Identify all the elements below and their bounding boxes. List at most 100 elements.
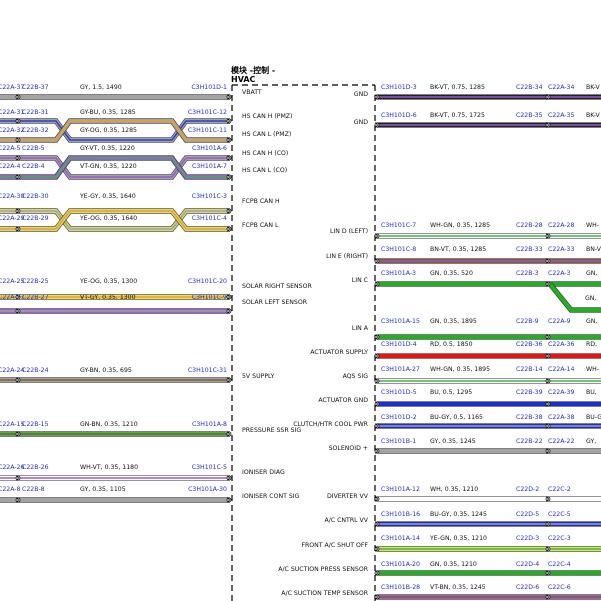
right-wire-spec-15: VT-BN, 0.35, 1245: [430, 584, 486, 591]
left-connector-b-label-11: C22B-26: [22, 464, 49, 471]
right-next-spec-6: RD,: [586, 341, 597, 348]
left-connector-a-label-8: C22A-27: [0, 294, 24, 301]
right-connector-b-label-2: C22B-28: [516, 222, 543, 229]
right-pin-label-5: C3H101A-15: [381, 318, 420, 325]
right-connector-b-label-0: C22B-34: [516, 84, 543, 91]
right-wire-spec-8: BU, 0.5, 1295: [430, 389, 472, 396]
left-pin-label-1: C3H101C-12: [188, 109, 227, 116]
right-pin-label-15: C3H101B-28: [381, 584, 420, 591]
right-pin-function-1: GND: [354, 119, 368, 126]
left-pin-function-4: HS CAN L (CO): [242, 167, 287, 174]
left-connector-a-label-6: C22A-29: [0, 215, 24, 222]
right-pin-function-5: LIN A: [352, 325, 369, 332]
right-connector-a-label-4: C22A-3: [548, 270, 571, 277]
left-connector-a-label-7: C22A-25: [0, 278, 24, 285]
left-wire-spec-8: VT-GY, 0.35, 1300: [80, 294, 136, 301]
left-connector-a-label-2: C22A-32: [0, 127, 24, 134]
right-connector-a-label-11: C22C-2: [548, 486, 571, 493]
wiring-diagram: 模块 -控制 - HVAC C22A-37C22B-37 GY, 1.5, 149…: [0, 65, 601, 601]
right-next-spec-3: BN-V: [586, 246, 601, 253]
left-connector-a-label-4: C22A-4: [0, 163, 21, 170]
left-pin-label-4: C3H101A-7: [192, 163, 227, 170]
left-wire-spec-3: GY-VT, 0.35, 1220: [80, 145, 135, 152]
left-pin-label-2: C3H101C-11: [188, 127, 227, 134]
left-connector-a-label-1: C22A-31: [0, 109, 24, 116]
left-wire-spec-7: YE-OG, 0.35, 1300: [79, 278, 137, 285]
right-wire-spec-9: BU-GY, 0.5, 1165: [430, 414, 483, 421]
left-pin-label-7: C3H101C-20: [188, 278, 227, 285]
right-connector-b-label-11: C22D-2: [516, 486, 539, 493]
left-connector-a-label-10: C22A-15: [0, 421, 24, 428]
right-connector-b-label-6: C22B-36: [516, 341, 543, 348]
right-next-spec-0: BK-V: [586, 84, 601, 91]
left-wire-spec-5: YE-GY, 0.35, 1640: [79, 193, 136, 200]
right-pin-label-0: C3H101D-3: [381, 84, 417, 91]
module-title-zh: 模块 -控制 -: [231, 65, 275, 75]
right-connector-b-label-14: C22D-4: [516, 561, 539, 568]
left-wire-spec-0: GY, 1.5, 1490: [80, 84, 122, 91]
right-wire-spec-11: WH, 0.35, 1210: [430, 486, 478, 493]
left-wire-spec-4: VT-GN, 0.35, 1220: [80, 163, 137, 170]
right-pin-function-7: AQS SIG: [343, 373, 369, 380]
left-wire-spec-1: GY-BU, 0.35, 1285: [80, 109, 136, 116]
right-next-spec-5: GN,: [586, 318, 597, 325]
right-wire-spec-10: GY, 0.35, 1245: [430, 438, 476, 445]
right-wire-spec-6: RD, 0.5, 1850: [430, 341, 473, 348]
right-connector-b-label-10: C22B-22: [516, 438, 543, 445]
right-connector-b-label-5: C22B-9: [516, 318, 539, 325]
right-connector-b-label-15: C22D-6: [516, 584, 539, 591]
right-pin-function-6: ACTUATOR SUPPLY: [310, 349, 368, 356]
right-next-spec-8: BU,: [586, 389, 597, 396]
right-pin-function-10: SOLENOID +: [329, 445, 368, 452]
left-wire-spec-10: GN-BN, 0.35, 1210: [80, 421, 138, 428]
right-pin-label-6: C3H101D-4: [381, 341, 417, 348]
right-pin-function-0: GND: [354, 91, 368, 98]
right-pin-label-3: C3H101C-8: [381, 246, 416, 253]
right-next-spec-9: BU-G: [586, 414, 601, 421]
left-pin-function-9: 5V SUPPLY: [242, 373, 275, 380]
right-connector-b-label-13: C22D-3: [516, 535, 539, 542]
right-pin-function-9: CLUTCH/HTR COOL PWR: [293, 421, 368, 428]
left-pin-label-0: C3H101D-1: [191, 84, 227, 91]
left-pin-function-6: FCPB CAN L: [242, 222, 279, 229]
right-pin-label-10: C3H101B-1: [381, 438, 416, 445]
right-wire-spec-14: GN, 0.35, 1210: [430, 561, 477, 568]
left-wire-spec-9: GY-BN, 0.35, 695: [80, 367, 132, 374]
right-connector-a-label-6: C22A-36: [548, 341, 574, 348]
right-wire-spec-12: BU-GY, 0.35, 1245: [430, 511, 487, 518]
right-pin-function-12: A/C CNTRL VV: [324, 517, 368, 524]
right-pin-label-7: C3H101A-27: [381, 366, 420, 373]
right-next-spec-2: WH-: [586, 222, 599, 229]
left-pin-label-11: C3H101C-5: [192, 464, 227, 471]
right-wire-spec-7: WH-GN, 0.35, 1895: [430, 366, 490, 373]
left-pin-function-7: SOLAR RIGHT SENSOR: [242, 283, 312, 290]
right-wire-spec-1: BK-VT, 0.75, 1725: [430, 112, 485, 119]
right-wire-spec-3: BN-VT, 0.35, 1285: [430, 246, 486, 253]
right-next-spec-10: GY,: [586, 438, 596, 445]
left-connector-a-label-9: C22A-24: [0, 367, 24, 374]
left-pin-function-8: SOLAR LEFT SENSOR: [242, 299, 308, 306]
right-connector-a-label-12: C22C-5: [548, 511, 571, 518]
left-connector-a-label-0: C22A-37: [0, 84, 24, 91]
right-wire-spec-2: WH-GN, 0.35, 1285: [430, 222, 490, 229]
right-connector-a-label-7: C22A-14: [548, 366, 574, 373]
right-wire-spec-0: BK-VT, 0.75, 1285: [430, 84, 485, 91]
left-connector-a-label-5: C22A-30: [0, 193, 24, 200]
left-pin-function-1: HS CAN H (PMZ): [242, 113, 292, 120]
left-wire-spec-6: YE-OG, 0.35, 1640: [79, 215, 137, 222]
right-pin-label-2: C3H101C-7: [381, 222, 416, 229]
right-pin-function-8: ACTUATOR GND: [318, 397, 368, 404]
left-pin-function-2: HS CAN L (PMZ): [242, 131, 291, 138]
left-pin-label-8: C3H101C-9: [192, 294, 227, 301]
left-connector-b-label-0: C22B-37: [22, 84, 49, 91]
right-pin-function-15: A/C SUCTION TEMP SENSOR: [281, 590, 368, 597]
right-connector-a-label-0: C22A-34: [548, 84, 574, 91]
left-pin-function-10: PRESSURE SSR SIG: [242, 427, 301, 434]
right-next-spec-4: GN,: [586, 270, 597, 277]
right-connector-b-label-4: C22B-3: [516, 270, 539, 277]
left-connector-b-label-4: C22B-4: [22, 163, 45, 170]
left-connector-b-label-1: C22B-31: [22, 109, 49, 116]
right-connector-a-label-10: C22A-22: [548, 438, 574, 445]
right-pin-function-3: LIN E (RIGHT): [326, 253, 368, 260]
right-pin-label-13: C3H101A-14: [381, 535, 420, 542]
